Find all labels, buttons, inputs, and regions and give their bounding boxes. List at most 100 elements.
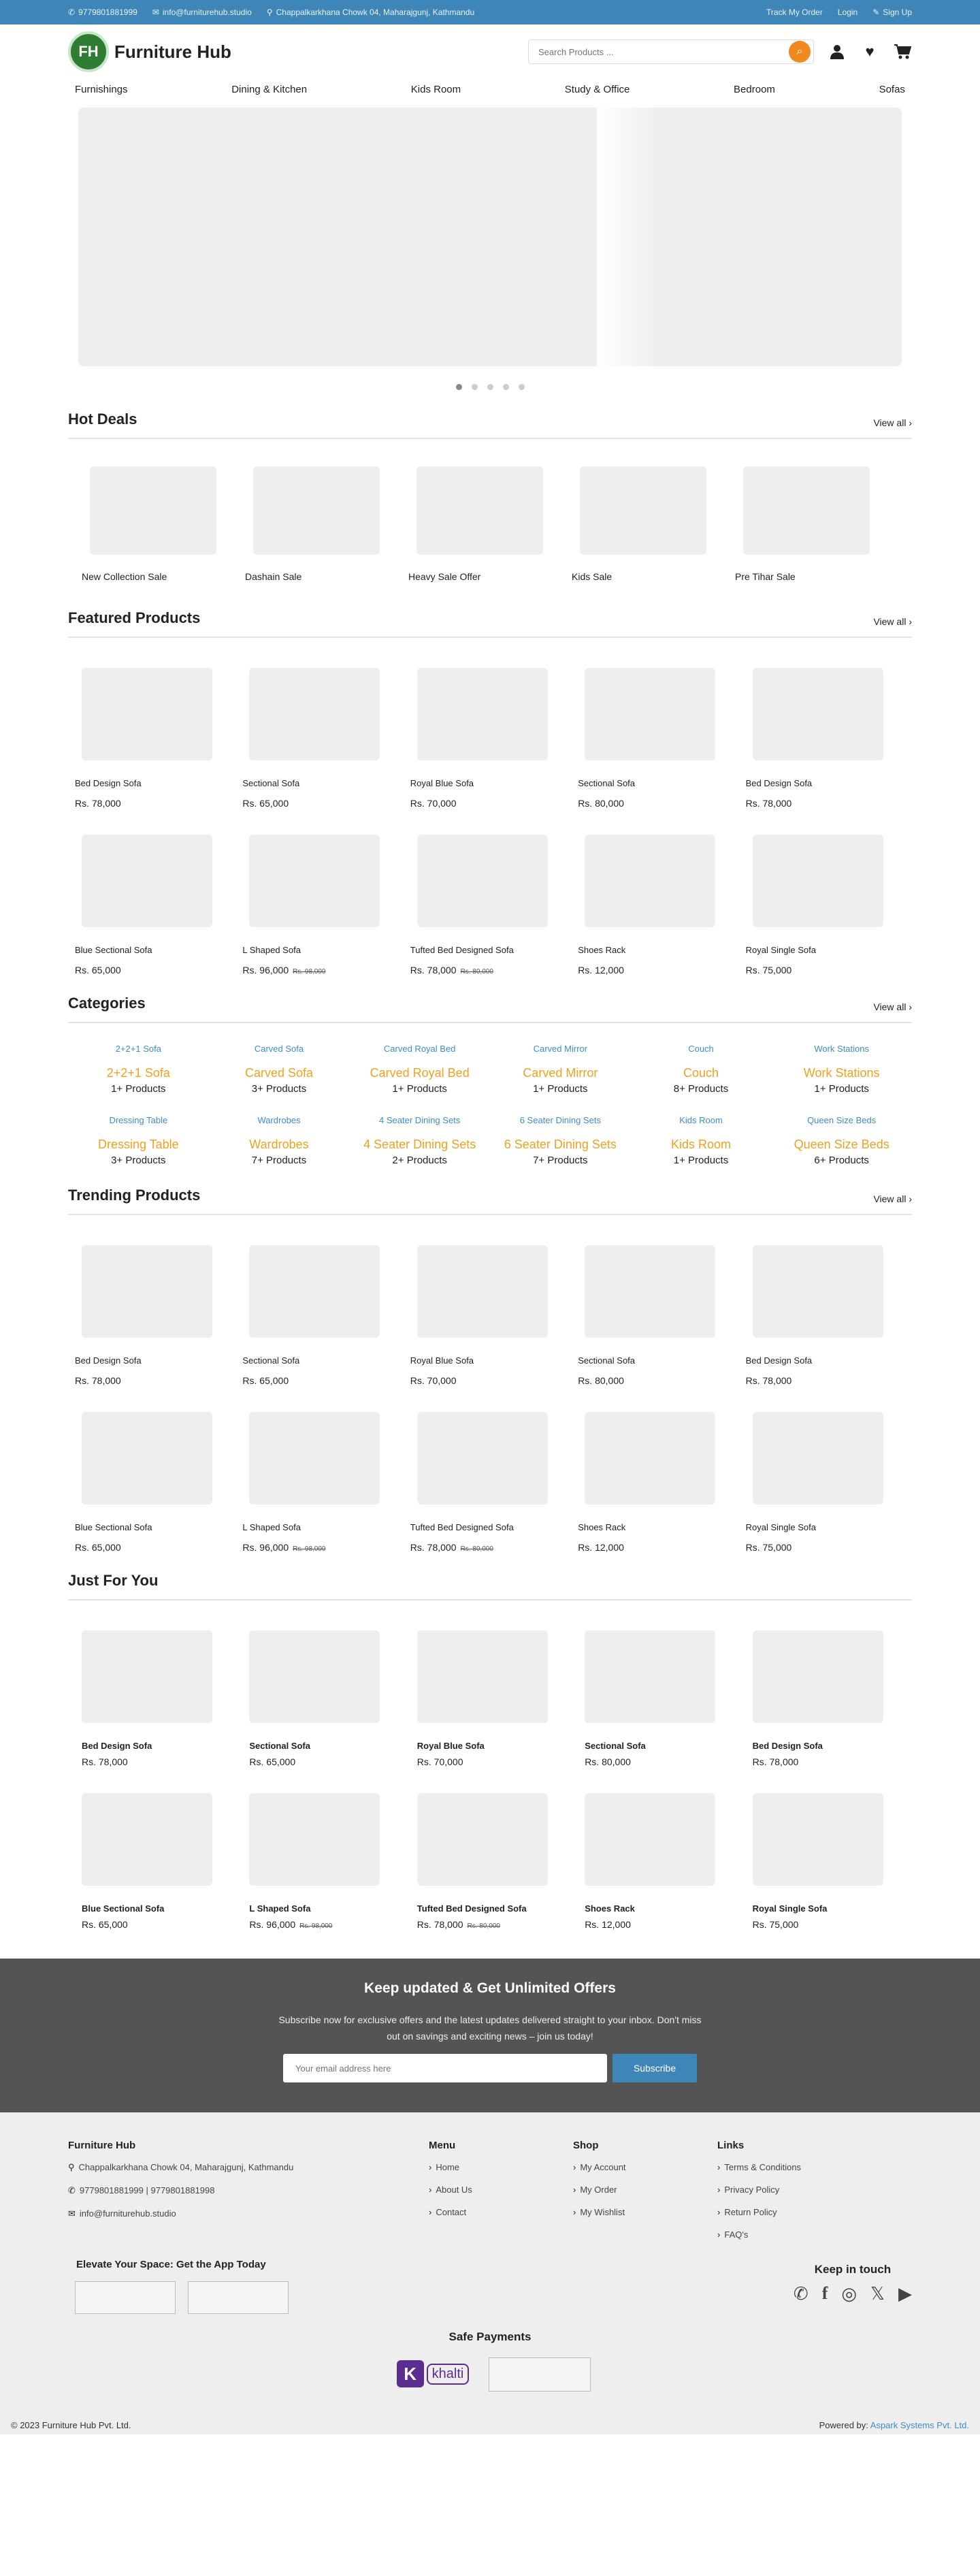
product-card[interactable]: Bed Design Sofa Rs. 78,000 bbox=[742, 1245, 909, 1386]
footer-link[interactable]: › About Us bbox=[429, 2185, 573, 2195]
product-card[interactable]: Tufted Bed Designed Sofa Rs. 78,000 Rs. 80… bbox=[406, 835, 574, 976]
carousel-dot[interactable] bbox=[518, 384, 525, 390]
footer-link[interactable]: › Home bbox=[429, 2162, 573, 2172]
product-card[interactable]: Sectional Sofa Rs. 80,000 bbox=[574, 1245, 741, 1386]
account-icon[interactable] bbox=[828, 42, 847, 61]
category-card[interactable]: Carved Mirror Carved Mirror 1+ Products bbox=[490, 1044, 631, 1095]
nav-item-1[interactable]: Dining & Kitchen bbox=[231, 84, 307, 95]
search-button[interactable]: ⌕ bbox=[789, 41, 811, 63]
product-card[interactable]: Shoes Rack Rs. 12,000 bbox=[574, 835, 741, 976]
category-card[interactable]: Queen Size Beds Queen Size Beds 6+ Product… bbox=[771, 1115, 912, 1166]
footer-link[interactable]: › Return Policy bbox=[717, 2207, 862, 2217]
footer-link[interactable]: › My Account bbox=[573, 2162, 717, 2172]
category-image-alt[interactable]: Carved Royal Bed bbox=[349, 1044, 490, 1054]
view-all-link[interactable]: View all › bbox=[873, 1001, 912, 1012]
carousel-dot[interactable] bbox=[471, 384, 478, 390]
search-input[interactable] bbox=[538, 46, 770, 57]
product-card[interactable]: Royal Blue Sofa Rs. 70,000 bbox=[406, 668, 574, 809]
deal-card[interactable]: Pre Tihar Sale bbox=[735, 466, 898, 582]
category-image-alt[interactable]: 6 Seater Dining Sets bbox=[490, 1115, 631, 1125]
product-card[interactable]: Sectional Sofa Rs. 65,000 bbox=[238, 1245, 406, 1386]
track-order-link[interactable]: Track My Order bbox=[766, 7, 823, 17]
deal-card[interactable]: Kids Sale bbox=[572, 466, 735, 582]
newsletter-email-input[interactable] bbox=[283, 2054, 607, 2082]
product-card[interactable]: Blue Sectional Sofa Rs. 65,000 bbox=[71, 835, 238, 976]
product-card[interactable]: Royal Blue Sofa Rs. 70,000 bbox=[406, 1630, 574, 1767]
facebook-icon[interactable]: f bbox=[822, 2283, 828, 2304]
instagram-icon[interactable]: ◎ bbox=[841, 2283, 857, 2304]
view-all-link[interactable]: View all › bbox=[873, 417, 912, 428]
product-card[interactable]: Tufted Bed Designed Sofa Rs. 78,000 Rs. 80… bbox=[406, 1412, 574, 1553]
category-image-alt[interactable]: Kids Room bbox=[631, 1115, 772, 1125]
category-card[interactable]: Kids Room Kids Room 1+ Products bbox=[631, 1115, 772, 1166]
category-image-alt[interactable]: Wardrobes bbox=[209, 1115, 350, 1125]
footer-link[interactable]: › My Order bbox=[573, 2185, 717, 2195]
category-card[interactable]: Wardrobes Wardrobes 7+ Products bbox=[209, 1115, 350, 1166]
product-card[interactable]: Shoes Rack Rs. 12,000 bbox=[574, 1793, 741, 1930]
whatsapp-icon[interactable]: ✆ bbox=[794, 2283, 808, 2304]
category-card[interactable]: Carved Sofa Carved Sofa 3+ Products bbox=[209, 1044, 350, 1095]
category-image-alt[interactable]: Carved Sofa bbox=[209, 1044, 350, 1054]
view-all-link[interactable]: View all › bbox=[873, 616, 912, 627]
play-store-badge[interactable] bbox=[188, 2281, 289, 2314]
footer-link[interactable]: › Terms & Conditions bbox=[717, 2162, 862, 2172]
product-card[interactable]: Bed Design Sofa Rs. 78,000 bbox=[71, 1245, 238, 1386]
deal-card[interactable]: Dashain Sale bbox=[245, 466, 408, 582]
category-image-alt[interactable]: 4 Seater Dining Sets bbox=[349, 1115, 490, 1125]
category-image-alt[interactable]: Dressing Table bbox=[68, 1115, 209, 1125]
category-image-alt[interactable]: Queen Size Beds bbox=[771, 1115, 912, 1125]
category-image-alt[interactable]: Couch bbox=[631, 1044, 772, 1054]
category-image-alt[interactable]: Carved Mirror bbox=[490, 1044, 631, 1054]
category-image-alt[interactable]: 2+2+1 Sofa bbox=[68, 1044, 209, 1054]
product-card[interactable]: Sectional Sofa Rs. 80,000 bbox=[574, 668, 741, 809]
footer-link[interactable]: › FAQ's bbox=[717, 2229, 862, 2240]
logo[interactable]: FH Furniture Hub bbox=[68, 31, 231, 72]
nav-item-5[interactable]: Sofas bbox=[879, 84, 905, 95]
app-store-badge[interactable] bbox=[75, 2281, 176, 2314]
product-card[interactable]: Royal Single Sofa Rs. 75,000 bbox=[742, 1412, 909, 1553]
carousel-dot[interactable] bbox=[455, 384, 462, 390]
cart-icon[interactable] bbox=[893, 42, 912, 61]
carousel-dot[interactable] bbox=[502, 384, 509, 390]
product-card[interactable]: Bed Design Sofa Rs. 78,000 bbox=[742, 1630, 909, 1767]
nav-item-2[interactable]: Kids Room bbox=[411, 84, 461, 95]
nav-item-4[interactable]: Bedroom bbox=[734, 84, 775, 95]
nav-item-0[interactable]: Furnishings bbox=[75, 84, 128, 95]
product-card[interactable]: Blue Sectional Sofa Rs. 65,000 bbox=[71, 1793, 238, 1930]
footer-link[interactable]: › Privacy Policy bbox=[717, 2185, 862, 2195]
product-card[interactable]: Sectional Sofa Rs. 65,000 bbox=[238, 1630, 406, 1767]
product-card[interactable]: Blue Sectional Sofa Rs. 65,000 bbox=[71, 1412, 238, 1553]
login-link[interactable]: Login bbox=[838, 7, 858, 17]
product-card[interactable]: Royal Single Sofa Rs. 75,000 bbox=[742, 1793, 909, 1930]
product-card[interactable]: L Shaped Sofa Rs. 96,000 Rs. 98,000 bbox=[238, 1412, 406, 1553]
category-card[interactable]: 6 Seater Dining Sets 6 Seater Dining Sets… bbox=[490, 1115, 631, 1166]
product-card[interactable]: Bed Design Sofa Rs. 78,000 bbox=[71, 1630, 238, 1767]
product-card[interactable]: Sectional Sofa Rs. 80,000 bbox=[574, 1630, 741, 1767]
footer-link[interactable]: › My Wishlist bbox=[573, 2207, 717, 2217]
subscribe-button[interactable]: Subscribe bbox=[612, 2054, 697, 2082]
product-card[interactable]: Shoes Rack Rs. 12,000 bbox=[574, 1412, 741, 1553]
product-card[interactable]: Tufted Bed Designed Sofa Rs. 78,000 Rs. 80… bbox=[406, 1793, 574, 1930]
signup-link[interactable]: ✎ Sign Up bbox=[872, 7, 912, 17]
category-card[interactable]: Dressing Table Dressing Table 3+ Products bbox=[68, 1115, 209, 1166]
product-card[interactable]: Royal Single Sofa Rs. 75,000 bbox=[742, 835, 909, 976]
product-card[interactable]: Sectional Sofa Rs. 65,000 bbox=[238, 668, 406, 809]
deal-card[interactable]: New Collection Sale bbox=[82, 466, 245, 582]
wishlist-icon[interactable]: ♥ bbox=[860, 42, 879, 61]
product-card[interactable]: Bed Design Sofa Rs. 78,000 bbox=[742, 668, 909, 809]
view-all-link[interactable]: View all › bbox=[873, 1193, 912, 1204]
hero-banner[interactable] bbox=[78, 108, 902, 366]
category-card[interactable]: Work Stations Work Stations 1+ Products bbox=[771, 1044, 912, 1095]
category-card[interactable]: Couch Couch 8+ Products bbox=[631, 1044, 772, 1095]
product-card[interactable]: Royal Blue Sofa Rs. 70,000 bbox=[406, 1245, 574, 1386]
carousel-dot[interactable] bbox=[487, 384, 493, 390]
category-card[interactable]: 4 Seater Dining Sets 4 Seater Dining Sets… bbox=[349, 1115, 490, 1166]
product-card[interactable]: Bed Design Sofa Rs. 78,000 bbox=[71, 668, 238, 809]
product-card[interactable]: L Shaped Sofa Rs. 96,000 Rs. 98,000 bbox=[238, 835, 406, 976]
nav-item-3[interactable]: Study & Office bbox=[565, 84, 630, 95]
footer-link[interactable]: › Contact bbox=[429, 2207, 573, 2217]
x-icon[interactable]: 𝕏 bbox=[870, 2283, 885, 2304]
category-image-alt[interactable]: Work Stations bbox=[771, 1044, 912, 1054]
category-card[interactable]: 2+2+1 Sofa 2+2+1 Sofa 1+ Products bbox=[68, 1044, 209, 1095]
deal-card[interactable]: Heavy Sale Offer bbox=[408, 466, 572, 582]
